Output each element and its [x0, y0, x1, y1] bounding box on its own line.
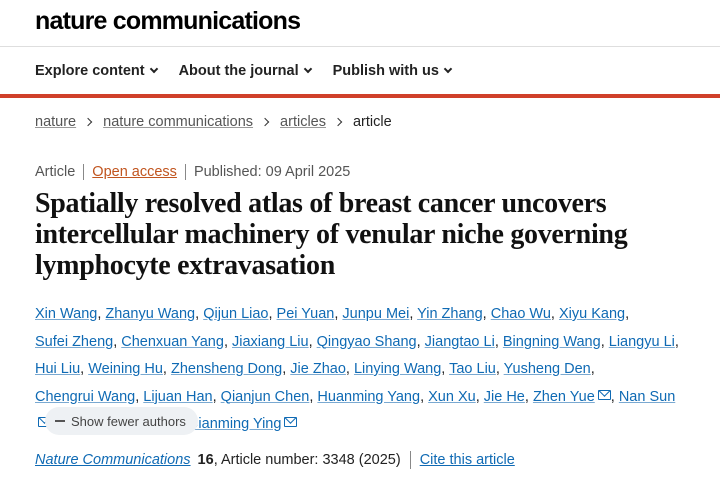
breadcrumb-link-articles[interactable]: articles — [280, 114, 326, 130]
citation-line: Nature Communications 16 , Article numbe… — [35, 451, 515, 469]
author-link[interactable]: Jianming Ying — [191, 416, 281, 432]
cite-this-article-link[interactable]: Cite this article — [420, 452, 515, 468]
author-link[interactable]: Yusheng Den — [504, 361, 591, 377]
author-link[interactable]: Jiaxiang Liu — [232, 334, 309, 350]
chevron-right-icon — [333, 117, 343, 127]
chevron-down-icon — [443, 64, 453, 73]
published-date: Published: 09 April 2025 — [193, 164, 351, 180]
article-meta: Article Open access Published: 09 April … — [35, 164, 350, 180]
author-link[interactable]: Jie He — [484, 389, 525, 405]
divider — [409, 451, 411, 469]
chevron-down-icon — [303, 64, 312, 73]
author-link[interactable]: Lijuan Han — [143, 389, 212, 405]
journal-link[interactable]: Nature Communications — [35, 452, 191, 468]
author-link[interactable]: Xin Wang — [35, 306, 97, 322]
article-type: Article — [35, 164, 76, 180]
journal-logo[interactable]: nature communications — [35, 7, 301, 35]
divider — [83, 164, 85, 180]
nav-explore-content[interactable]: Explore content — [35, 62, 158, 79]
mail-icon[interactable] — [597, 389, 611, 400]
accent-divider — [0, 94, 720, 98]
breadcrumb-current: article — [352, 114, 392, 130]
author-link[interactable]: Liangyu Li — [609, 334, 675, 350]
author-link[interactable]: Chenxuan Yang — [121, 334, 224, 350]
nav-label: Publish with us — [332, 62, 439, 79]
breadcrumb: nature nature communications articles ar… — [35, 114, 392, 130]
show-fewer-authors-button[interactable]: Show fewer authors — [45, 407, 198, 435]
author-link[interactable]: Xun Xu — [428, 389, 476, 405]
breadcrumb-link-nature-communications[interactable]: nature communications — [103, 114, 253, 130]
chevron-down-icon — [149, 64, 158, 73]
author-link[interactable]: Qijun Liao — [203, 306, 268, 322]
nav-publish-with-us[interactable]: Publish with us — [332, 62, 453, 79]
author-link[interactable]: Nan Sun — [619, 389, 675, 405]
author-link[interactable]: Jie Zhao — [290, 361, 346, 377]
author-link[interactable]: Bingning Wang — [503, 334, 601, 350]
author-link[interactable]: Zhen Yue — [533, 389, 595, 405]
article-number: , Article number: 3348 (2025) — [213, 452, 401, 468]
author-link[interactable]: Qianjun Chen — [221, 389, 310, 405]
author-link[interactable]: Hui Liu — [35, 361, 80, 377]
site-header: nature communications Explore content Ab… — [0, 0, 720, 98]
volume-number: 16 — [197, 452, 214, 468]
author-link[interactable]: Jiangtao Li — [425, 334, 495, 350]
chevron-right-icon — [260, 117, 270, 127]
author-link[interactable]: Huanming Yang — [317, 389, 420, 405]
minus-icon — [55, 420, 65, 422]
nav-about-journal[interactable]: About the journal — [178, 62, 312, 79]
open-access-link[interactable]: Open access — [92, 164, 177, 180]
mail-icon[interactable] — [284, 417, 298, 427]
author-link[interactable]: Xiyu Kang — [559, 306, 625, 322]
logo-bar: nature communications — [0, 0, 720, 46]
show-fewer-label: Show fewer authors — [71, 413, 186, 429]
author-link[interactable]: Zhanyu Wang — [105, 306, 195, 322]
author-link[interactable]: Linying Wang — [354, 361, 441, 377]
nav-label: Explore content — [35, 62, 145, 79]
breadcrumb-link-nature[interactable]: nature — [35, 114, 76, 130]
divider — [184, 164, 186, 180]
author-link[interactable]: Yin Zhang — [417, 306, 483, 322]
chevron-right-icon — [83, 117, 93, 127]
author-link[interactable]: Chao Wu — [491, 306, 551, 322]
author-link[interactable]: Junpu Mei — [342, 306, 409, 322]
author-link[interactable]: Chengrui Wang — [35, 389, 135, 405]
author-link[interactable]: Tao Liu — [449, 361, 496, 377]
nav-label: About the journal — [178, 62, 299, 79]
main-nav: Explore content About the journal Publis… — [0, 47, 720, 94]
author-link[interactable]: Sufei Zheng — [35, 334, 113, 350]
author-link[interactable]: Pei Yuan — [277, 306, 335, 322]
author-link[interactable]: Qingyao Shang — [317, 334, 417, 350]
author-link[interactable]: Weining Hu — [88, 361, 163, 377]
article-title: Spatially resolved atlas of breast cance… — [35, 188, 628, 281]
author-link[interactable]: Zhensheng Dong — [171, 361, 282, 377]
